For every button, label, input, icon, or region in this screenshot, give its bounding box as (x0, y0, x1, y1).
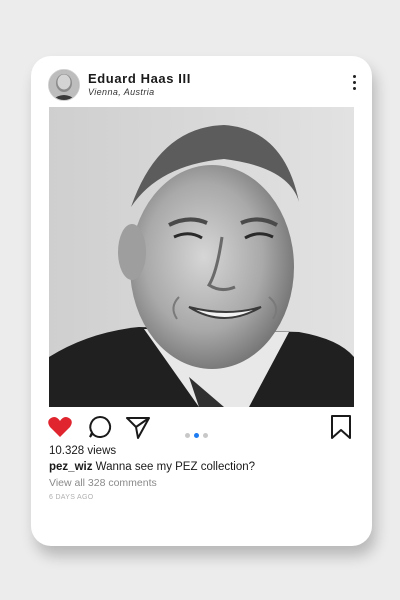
share-button[interactable] (125, 414, 151, 440)
portrait-photo-image (49, 107, 354, 407)
post-timestamp: 6 DAYS AGO (49, 494, 94, 501)
view-count: 10.328 views (49, 445, 117, 457)
save-button[interactable] (328, 414, 354, 440)
post-card: Eduard Haas III Vienna, Austria 10.328 v… (31, 56, 372, 546)
caption: pez_wiz Wanna see my PEZ collection? (49, 461, 255, 473)
carousel-dot-active[interactable] (194, 433, 199, 438)
more-vertical-icon (352, 75, 356, 78)
carousel-dot[interactable] (203, 433, 208, 438)
comment-icon (89, 415, 112, 438)
avatar-portrait-image (49, 70, 79, 100)
caption-username[interactable]: pez_wiz (49, 461, 92, 473)
post-header: Eduard Haas III Vienna, Austria (31, 56, 372, 106)
user-location[interactable]: Vienna, Austria (88, 87, 155, 97)
post-photo[interactable] (49, 107, 354, 407)
avatar[interactable] (48, 69, 80, 101)
carousel-indicator (185, 425, 212, 438)
caption-text: Wanna see my PEZ collection? (95, 461, 256, 473)
view-comments-link[interactable]: View all 328 comments (49, 477, 157, 489)
post-actions (31, 414, 372, 440)
send-icon (126, 417, 150, 439)
bookmark-icon (331, 415, 351, 439)
comment-button[interactable] (87, 414, 113, 440)
heart-icon (48, 417, 72, 437)
carousel-dot[interactable] (185, 433, 190, 438)
more-options-button[interactable] (350, 75, 358, 93)
user-name[interactable]: Eduard Haas III (88, 71, 191, 86)
like-button[interactable] (47, 414, 73, 440)
